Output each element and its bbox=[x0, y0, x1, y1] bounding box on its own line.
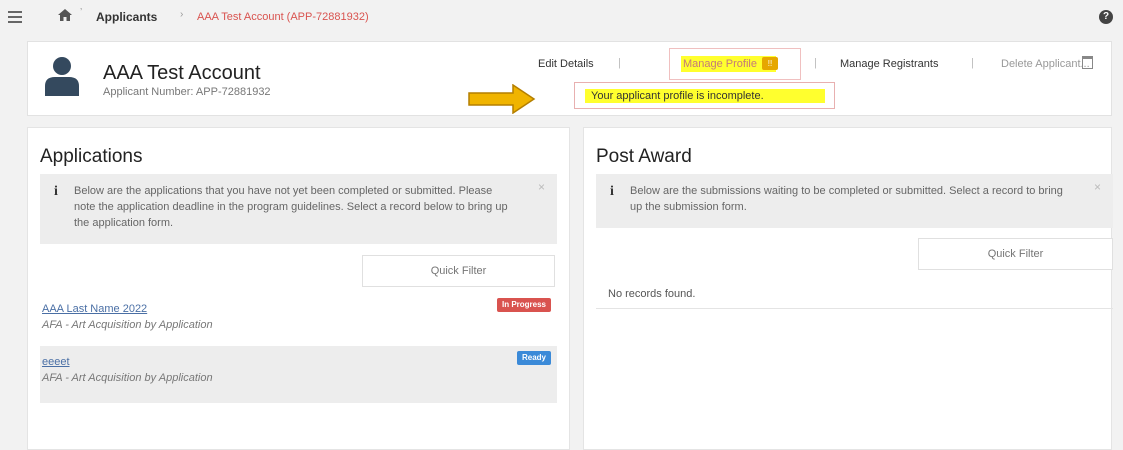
applications-panel: Applications i Below are the application… bbox=[27, 127, 570, 450]
applications-info-text: Below are the applications that you have… bbox=[74, 185, 508, 229]
edit-details-button[interactable]: Edit Details bbox=[538, 58, 594, 70]
application-program: AFA - Art Acquisition by Application bbox=[42, 372, 213, 384]
top-bar: ’ Applicants › AAA Test Account (APP-728… bbox=[0, 0, 1123, 36]
trash-icon[interactable] bbox=[1082, 56, 1093, 69]
warning-badge-icon: !! bbox=[762, 57, 778, 70]
application-row[interactable]: eeeet AFA - Art Acquisition by Applicati… bbox=[40, 346, 557, 403]
post-award-info-text: Below are the submissions waiting to be … bbox=[630, 185, 1063, 213]
hamburger-icon[interactable] bbox=[8, 11, 22, 23]
applicant-name: AAA Test Account bbox=[103, 62, 261, 84]
manage-registrants-button[interactable]: Manage Registrants bbox=[840, 58, 938, 70]
manage-profile-label[interactable]: Manage Profile bbox=[683, 58, 757, 70]
home-icon[interactable] bbox=[58, 9, 72, 21]
breadcrumb-separator: › bbox=[180, 9, 184, 20]
post-award-quick-filter[interactable] bbox=[918, 238, 1113, 270]
breadcrumb-current: AAA Test Account (APP-72881932) bbox=[197, 11, 369, 23]
applicant-header: AAA Test Account Applicant Number: APP-7… bbox=[27, 41, 1112, 116]
breadcrumb-applicants[interactable]: Applicants bbox=[96, 10, 157, 24]
application-row[interactable]: AAA Last Name 2022 AFA - Art Acquisition… bbox=[40, 293, 557, 350]
status-badge: Ready bbox=[516, 351, 551, 365]
action-separator: | bbox=[971, 57, 974, 69]
profile-incomplete-tooltip: Your applicant profile is incomplete. bbox=[574, 82, 835, 109]
applications-info: i Below are the applications that you ha… bbox=[40, 174, 557, 244]
status-badge: In Progress bbox=[496, 298, 551, 312]
close-icon[interactable]: × bbox=[1094, 180, 1101, 194]
applications-quick-filter[interactable] bbox=[362, 255, 555, 287]
no-records-message: No records found. bbox=[608, 288, 696, 300]
post-award-title: Post Award bbox=[596, 146, 692, 167]
applicant-number: Applicant Number: APP-72881932 bbox=[103, 86, 271, 98]
close-icon[interactable]: × bbox=[538, 180, 545, 194]
action-separator: | bbox=[814, 57, 817, 69]
tooltip-text: Your applicant profile is incomplete. bbox=[591, 90, 764, 102]
info-icon: i bbox=[54, 184, 58, 199]
action-separator: | bbox=[618, 57, 621, 69]
post-award-panel: Post Award i Below are the submissions w… bbox=[583, 127, 1113, 450]
applications-title: Applications bbox=[40, 146, 143, 167]
info-icon: i bbox=[610, 184, 614, 199]
application-program: AFA - Art Acquisition by Application bbox=[42, 319, 213, 331]
post-award-info: i Below are the submissions waiting to b… bbox=[596, 174, 1113, 228]
user-icon bbox=[45, 57, 79, 96]
divider bbox=[596, 308, 1113, 309]
application-title[interactable]: AAA Last Name 2022 bbox=[42, 303, 147, 315]
delete-applicant-button[interactable]: Delete Applicant... bbox=[1001, 58, 1090, 70]
breadcrumb-separator: ’ bbox=[80, 7, 83, 18]
help-icon[interactable]: ? bbox=[1099, 10, 1113, 24]
application-title[interactable]: eeeet bbox=[42, 356, 70, 368]
arrow-right-icon bbox=[468, 84, 536, 114]
